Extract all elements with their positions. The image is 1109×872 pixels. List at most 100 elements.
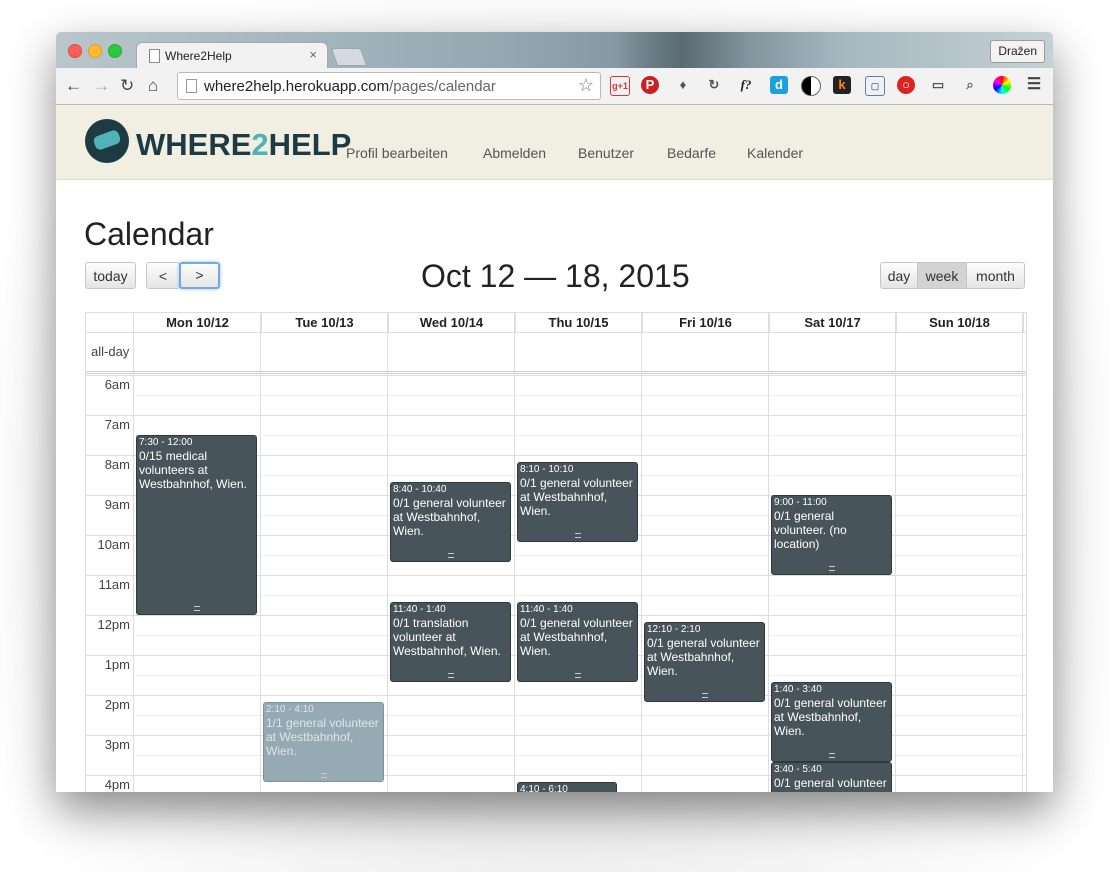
maximize-window-button[interactable] [108, 44, 122, 58]
allday-cell[interactable] [896, 333, 1023, 371]
allday-cell[interactable] [388, 333, 515, 371]
calendar-event[interactable]: 9:00 - 11:00 0/1 general volunteer. (no l… [771, 495, 892, 575]
color-picker-icon[interactable] [993, 76, 1011, 94]
time-label: 1pm [104, 657, 130, 672]
event-resize-handle[interactable] [193, 606, 200, 611]
event-title: 0/15 medical volunteers at Westbahnhof, … [139, 449, 247, 491]
date-range-title: Oct 12 — 18, 2015 [421, 258, 690, 294]
d-extension-icon[interactable]: d [770, 76, 788, 94]
calendar-event[interactable]: 4:10 - 6:10 [517, 781, 617, 792]
event-title: 0/1 general volunteer at Westbahnhof, Wi… [647, 635, 760, 678]
profile-button[interactable]: Dražen [990, 40, 1045, 63]
view-week-button[interactable]: week [917, 262, 967, 289]
time-label: 8am [104, 457, 130, 472]
allday-cell[interactable] [134, 333, 261, 371]
event-resize-handle[interactable] [320, 772, 327, 778]
site-header: WHERE2HELP Profil bearbeiten Abmelden Be… [56, 105, 1053, 180]
day-header: Sun 10/18 [896, 313, 1024, 332]
logo-help: HELP [268, 127, 352, 162]
document-extension-icon[interactable]: ▢ [865, 76, 885, 96]
view-month-button[interactable]: month [966, 262, 1025, 289]
address-bar[interactable]: where2help.herokuapp.com/pages/calendar … [177, 72, 601, 100]
calendar-event[interactable]: 12:10 - 2:10 0/1 general volunteer at Wes… [644, 621, 765, 702]
function-extension-icon[interactable]: f? [737, 76, 755, 94]
time-label: 6am [104, 377, 130, 392]
view-day-button[interactable]: day [880, 262, 918, 289]
nav-kalender[interactable]: Kalender [747, 145, 803, 161]
nav-benutzer[interactable]: Benutzer [578, 145, 634, 161]
calendar-event[interactable]: 3:40 - 5:400/1 general volunteer at West… [771, 761, 892, 792]
sync-icon[interactable]: ↻ [705, 76, 723, 94]
nav-abmelden[interactable]: Abmelden [483, 145, 546, 161]
handshake-logo-icon[interactable] [85, 119, 129, 163]
column-divider [768, 313, 769, 792]
new-tab-button[interactable] [330, 48, 368, 66]
event-resize-handle[interactable] [828, 566, 835, 571]
prev-week-button[interactable]: < [146, 262, 180, 289]
tab-close-icon[interactable]: × [309, 47, 317, 62]
calendar-event[interactable]: 2:10 - 4:10 1/1 general volunteer at West… [263, 701, 384, 782]
event-title: 0/1 general volunteer at Westbahnhof, Wi… [774, 695, 887, 738]
calendar-event[interactable]: 1:40 - 3:40 0/1 general volunteer at West… [771, 681, 892, 762]
event-resize-handle[interactable] [447, 552, 454, 558]
event-time: 11:40 - 1:40 [520, 603, 573, 615]
calendar-event[interactable]: 11:40 - 1:40 0/1 general volunteer at Wes… [517, 601, 638, 682]
half-hour-line [134, 595, 1023, 596]
logo-where: WHERE [136, 127, 252, 162]
k-extension-icon[interactable]: k [833, 76, 851, 94]
event-title: 0/1 general volunteer at Westbahnhof, Wi… [774, 775, 887, 792]
column-divider [260, 313, 261, 792]
cast-icon[interactable]: ▭ [929, 76, 947, 94]
allday-cell[interactable] [769, 333, 896, 371]
calendar-event[interactable]: 8:10 - 10:10 0/1 general volunteer at Wes… [517, 461, 638, 542]
time-label: 3pm [104, 737, 130, 752]
allday-cell[interactable] [261, 333, 388, 371]
calendar-event[interactable]: 7:30 - 12:00 0/15 medical volunteers at W… [136, 435, 257, 615]
minimize-window-button[interactable] [88, 44, 102, 58]
back-icon[interactable]: ← [65, 76, 82, 96]
event-title: 0/1 general volunteer at Westbahnhof, Wi… [520, 615, 633, 658]
browser-window: Where2Help × Dražen ← → ↻ ⌂ where2help.h… [56, 32, 1053, 792]
stop-icon[interactable]: ○ [897, 76, 915, 94]
day-header: Sat 10/17 [769, 313, 897, 332]
reload-icon[interactable]: ↻ [120, 76, 134, 96]
calendar-event[interactable]: 11:40 - 1:40 0/1 translation volunteer at… [390, 601, 511, 682]
close-window-button[interactable] [68, 44, 82, 58]
nav-profil-bearbeiten[interactable]: Profil bearbeiten [346, 145, 448, 161]
allday-cell[interactable] [515, 333, 642, 371]
event-resize-handle[interactable] [574, 532, 581, 538]
allday-cell[interactable] [642, 333, 769, 371]
time-label: 7am [104, 417, 130, 432]
google-plus-one-icon[interactable]: g+1 [610, 76, 630, 96]
calendar-event[interactable]: 8:40 - 10:40 0/1 general volunteer at Wes… [390, 481, 511, 562]
event-time: 11:40 - 1:40 [393, 603, 446, 615]
event-resize-handle[interactable] [447, 672, 454, 678]
url-host: where2help.herokuapp.com [204, 78, 390, 95]
event-resize-handle[interactable] [701, 692, 708, 698]
bookmark-star-icon[interactable]: ☆ [578, 75, 594, 96]
event-time: 4:10 - 6:10 [520, 783, 568, 792]
url-text: where2help.herokuapp.com/pages/calendar [204, 78, 496, 95]
event-time: 7:30 - 12:00 [139, 437, 193, 448]
event-resize-handle[interactable] [574, 672, 581, 678]
pinterest-icon[interactable]: P [641, 76, 659, 94]
menu-icon[interactable]: ☰ [1025, 76, 1043, 94]
today-button[interactable]: today [85, 262, 136, 289]
column-divider [895, 313, 896, 792]
logo-two: 2 [251, 127, 269, 162]
browser-tab[interactable]: Where2Help × [136, 42, 328, 69]
forward-icon[interactable]: → [93, 76, 110, 96]
browser-toolbar: ← → ↻ ⌂ where2help.herokuapp.com/pages/c… [56, 68, 1053, 105]
next-week-button[interactable]: > [179, 262, 220, 289]
site-logo[interactable]: WHERE2HELP [136, 127, 351, 163]
page-info-icon [186, 79, 197, 93]
nav-bedarfe[interactable]: Bedarfe [667, 145, 716, 161]
contrast-icon[interactable] [801, 76, 821, 96]
event-resize-handle[interactable] [828, 752, 835, 758]
notification-bell-icon[interactable]: ♦ [674, 76, 692, 94]
home-icon[interactable]: ⌂ [148, 76, 158, 96]
page-icon [149, 49, 160, 63]
inspect-icon[interactable]: ⌕ [961, 76, 979, 94]
column-divider [514, 313, 515, 792]
page-title: Calendar [84, 216, 214, 252]
